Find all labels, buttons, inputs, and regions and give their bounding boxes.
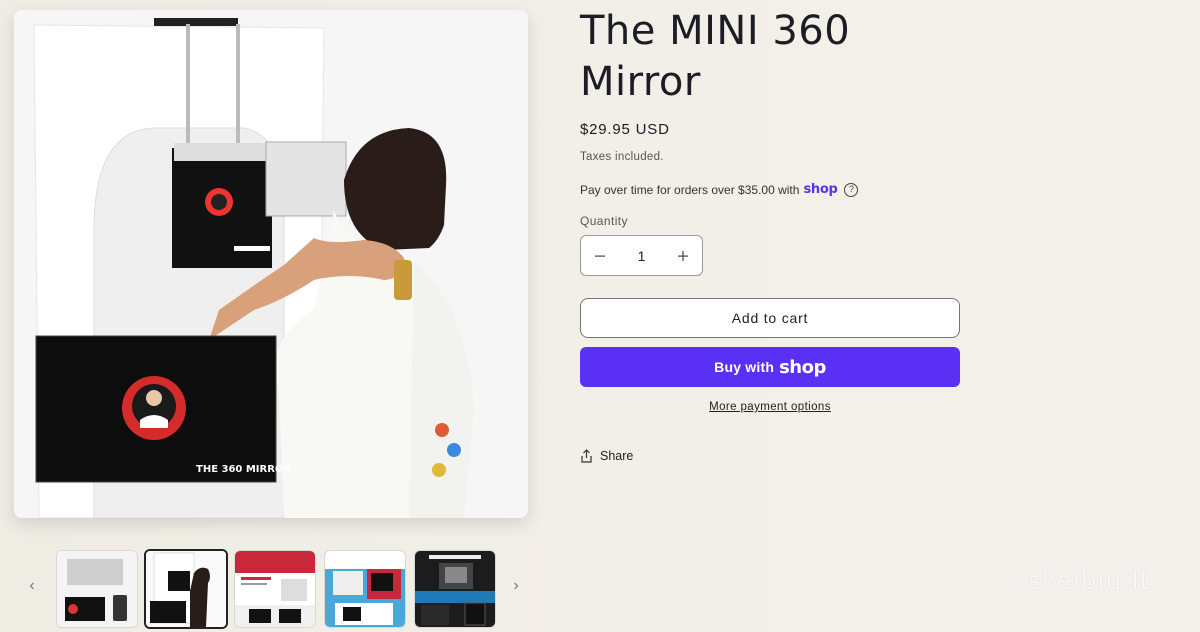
quantity-decrease-button[interactable] (581, 236, 619, 275)
chevron-left-icon: ‹ (29, 577, 35, 594)
share-label: Share (600, 449, 634, 463)
thumbnail-5[interactable] (414, 550, 496, 628)
thumbnail-3[interactable] (234, 550, 316, 628)
share-button[interactable]: Share (580, 449, 633, 463)
thumbnail-1-image (57, 551, 137, 627)
installments-banner: Pay over time for orders over $35.00 wit… (580, 182, 859, 197)
shop-logo: shop (779, 356, 826, 378)
share-icon (581, 449, 592, 463)
watermark: ⁘ skelbiu.lt (1000, 566, 1150, 595)
plus-icon (678, 250, 688, 261)
thumbnail-prev-arrow[interactable]: ‹ (20, 572, 44, 600)
thumbnail-4-image (325, 551, 405, 627)
thumbnail-strip: ‹ › (18, 548, 538, 632)
thumbnail-2[interactable] (144, 549, 228, 629)
tax-note: Taxes included. (580, 151, 664, 163)
thumbnail-next-arrow[interactable]: › (504, 572, 528, 600)
watermark-dots-icon: ⁘ (1000, 566, 1022, 595)
product-title: The MINI 360 Mirror (580, 8, 851, 105)
buy-with-label: Buy with (714, 359, 775, 375)
thumbnail-4[interactable] (324, 550, 406, 628)
quantity-label: Quantity (580, 214, 628, 228)
shop-pay-logo: shop (803, 182, 838, 197)
thumbnail-2-image (146, 551, 226, 627)
minus-icon (595, 255, 605, 257)
quantity-stepper (580, 235, 703, 276)
quantity-input[interactable] (619, 246, 664, 265)
watermark-text: skelbiu.lt (1027, 566, 1151, 595)
thumbnail-5-image (415, 551, 495, 627)
buy-with-shop-button[interactable]: Buy with shop (580, 347, 960, 387)
add-to-cart-button[interactable]: Add to cart (580, 298, 960, 338)
product-price: $29.95 USD (580, 121, 670, 138)
thumbnail-3-image (235, 551, 315, 627)
product-main-image[interactable]: THE 360 MIRROR (14, 10, 528, 518)
question-circle-icon[interactable]: ? (844, 182, 859, 197)
chevron-right-icon: › (513, 577, 519, 594)
product-photo: THE 360 MIRROR (14, 10, 528, 518)
more-payment-options-link[interactable]: More payment options (580, 401, 960, 413)
installments-text: Pay over time for orders over $35.00 wit… (580, 182, 800, 197)
thumbnail-1[interactable] (56, 550, 138, 628)
quantity-increase-button[interactable] (664, 236, 702, 275)
mirror-logo-text: THE 360 MIRROR (196, 464, 291, 475)
